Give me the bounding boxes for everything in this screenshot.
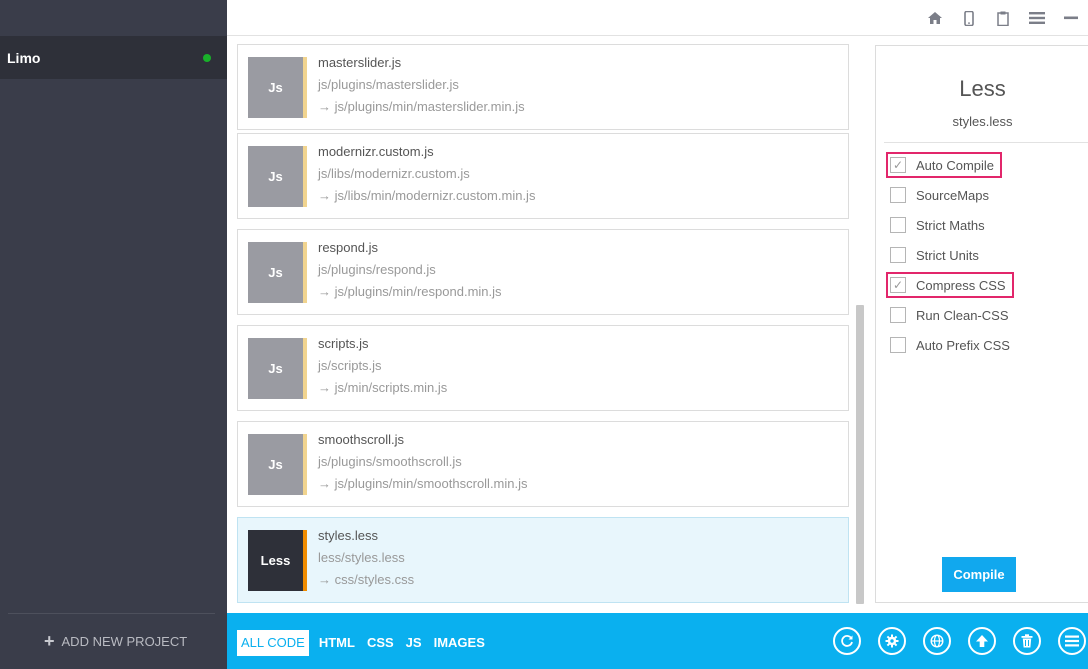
panel-title: Less xyxy=(959,76,1006,101)
mobile-icon[interactable] xyxy=(952,3,986,33)
list-item[interactable]: Js modernizr.custom.js js/libs/modernizr… xyxy=(237,133,849,219)
tab-images[interactable]: IMAGES xyxy=(434,630,485,656)
compiler-settings-panel: Less styles.less ✓ Auto Compile SourceMa… xyxy=(875,45,1088,603)
scrollbar-thumb[interactable] xyxy=(856,305,864,604)
list-item[interactable]: Js respond.js js/plugins/respond.js → js… xyxy=(237,229,849,315)
file-type-badge: Js xyxy=(248,434,303,495)
option-label: Strict Maths xyxy=(916,217,985,233)
file-path: js/scripts.js xyxy=(318,358,382,373)
panel-file-name: styles.less xyxy=(952,114,1013,129)
file-stripe xyxy=(303,530,307,591)
file-path: js/plugins/respond.js xyxy=(318,262,436,277)
trash-icon[interactable] xyxy=(1013,627,1041,655)
option-label: Auto Compile xyxy=(916,157,995,173)
add-project-label: ADD NEW PROJECT xyxy=(61,633,188,649)
file-type-badge: Js xyxy=(248,57,303,118)
home-icon[interactable] xyxy=(918,3,952,33)
option-auto-compile[interactable]: ✓ Auto Compile xyxy=(886,152,1003,178)
option-auto-prefix-css[interactable]: Auto Prefix CSS xyxy=(890,334,1010,356)
list-item[interactable]: Js scripts.js js/scripts.js → js/min/scr… xyxy=(237,325,849,411)
file-output: → js/libs/min/modernizr.custom.min.js xyxy=(318,188,536,203)
file-stripe xyxy=(303,57,307,118)
file-name: masterslider.js xyxy=(318,55,402,70)
menu-icon[interactable] xyxy=(1058,627,1086,655)
refresh-icon[interactable] xyxy=(833,627,861,655)
file-stripe xyxy=(303,434,307,495)
file-name: scripts.js xyxy=(318,336,369,351)
panel-divider xyxy=(884,142,1088,143)
checkbox[interactable] xyxy=(890,187,906,203)
file-output: → css/styles.css xyxy=(318,572,415,587)
tab-css[interactable]: CSS xyxy=(367,630,394,656)
tab-js[interactable]: JS xyxy=(406,630,422,656)
checkbox[interactable] xyxy=(890,337,906,353)
list-item[interactable]: Js smoothscroll.js js/plugins/smoothscro… xyxy=(237,421,849,507)
checkbox-checked[interactable]: ✓ xyxy=(890,277,906,293)
file-stripe xyxy=(303,242,307,303)
file-type-badge: Js xyxy=(248,338,303,399)
clipboard-icon[interactable] xyxy=(986,3,1020,33)
file-path: js/libs/modernizr.custom.js xyxy=(318,166,470,181)
option-strict-maths[interactable]: Strict Maths xyxy=(890,214,985,236)
minimize-icon[interactable] xyxy=(1054,3,1088,33)
bottom-toolbar: ALL CODE HTML CSS JS IMAGES xyxy=(227,613,1088,669)
file-type-badge: Less xyxy=(248,530,303,591)
file-name: styles.less xyxy=(318,528,378,543)
option-label: Compress CSS xyxy=(916,277,1006,293)
add-project-button[interactable]: + ADD NEW PROJECT xyxy=(44,632,187,650)
project-name: Limo xyxy=(7,49,41,66)
file-path: less/styles.less xyxy=(318,550,405,565)
file-output: → js/min/scripts.min.js xyxy=(318,380,448,395)
list-item[interactable]: Js masterslider.js js/plugins/masterslid… xyxy=(237,44,849,130)
file-output: → js/plugins/min/smoothscroll.min.js xyxy=(318,476,528,491)
option-run-clean-css[interactable]: Run Clean-CSS xyxy=(890,304,1009,326)
plus-icon: + xyxy=(44,631,55,651)
file-name: smoothscroll.js xyxy=(318,432,404,447)
list-item-selected[interactable]: Less styles.less less/styles.less → css/… xyxy=(237,517,849,603)
tab-html[interactable]: HTML xyxy=(319,630,355,656)
sidebar: Limo + ADD NEW PROJECT xyxy=(0,0,227,669)
option-strict-units[interactable]: Strict Units xyxy=(890,244,979,266)
option-compress-css[interactable]: ✓ Compress CSS xyxy=(886,272,1014,298)
checkbox[interactable] xyxy=(890,307,906,323)
tab-all-code[interactable]: ALL CODE xyxy=(237,630,309,656)
option-label: Run Clean-CSS xyxy=(916,307,1009,323)
globe-icon[interactable] xyxy=(923,627,951,655)
file-stripe xyxy=(303,146,307,207)
file-type-badge: Js xyxy=(248,242,303,303)
status-dot xyxy=(203,54,211,62)
upload-icon[interactable] xyxy=(968,627,996,655)
option-label: Strict Units xyxy=(916,247,979,263)
option-label: SourceMaps xyxy=(916,187,989,203)
file-type-badge: Js xyxy=(248,146,303,207)
file-stripe xyxy=(303,338,307,399)
sidebar-divider xyxy=(8,613,215,614)
file-name: modernizr.custom.js xyxy=(318,144,434,159)
file-path: js/plugins/masterslider.js xyxy=(318,77,459,92)
checkbox[interactable] xyxy=(890,217,906,233)
file-path: js/plugins/smoothscroll.js xyxy=(318,454,462,469)
sidebar-item-project[interactable]: Limo xyxy=(0,36,227,79)
settings-icon[interactable] xyxy=(878,627,906,655)
option-sourcemaps[interactable]: SourceMaps xyxy=(890,184,989,206)
file-name: respond.js xyxy=(318,240,378,255)
top-toolbar xyxy=(227,0,1088,36)
checkbox[interactable] xyxy=(890,247,906,263)
menu-icon[interactable] xyxy=(1020,3,1054,33)
checkbox-checked[interactable]: ✓ xyxy=(890,157,906,173)
option-label: Auto Prefix CSS xyxy=(916,337,1010,353)
file-output: → js/plugins/min/respond.min.js xyxy=(318,284,502,299)
compile-button[interactable]: Compile xyxy=(942,557,1016,592)
file-output: → js/plugins/min/masterslider.min.js xyxy=(318,99,525,114)
